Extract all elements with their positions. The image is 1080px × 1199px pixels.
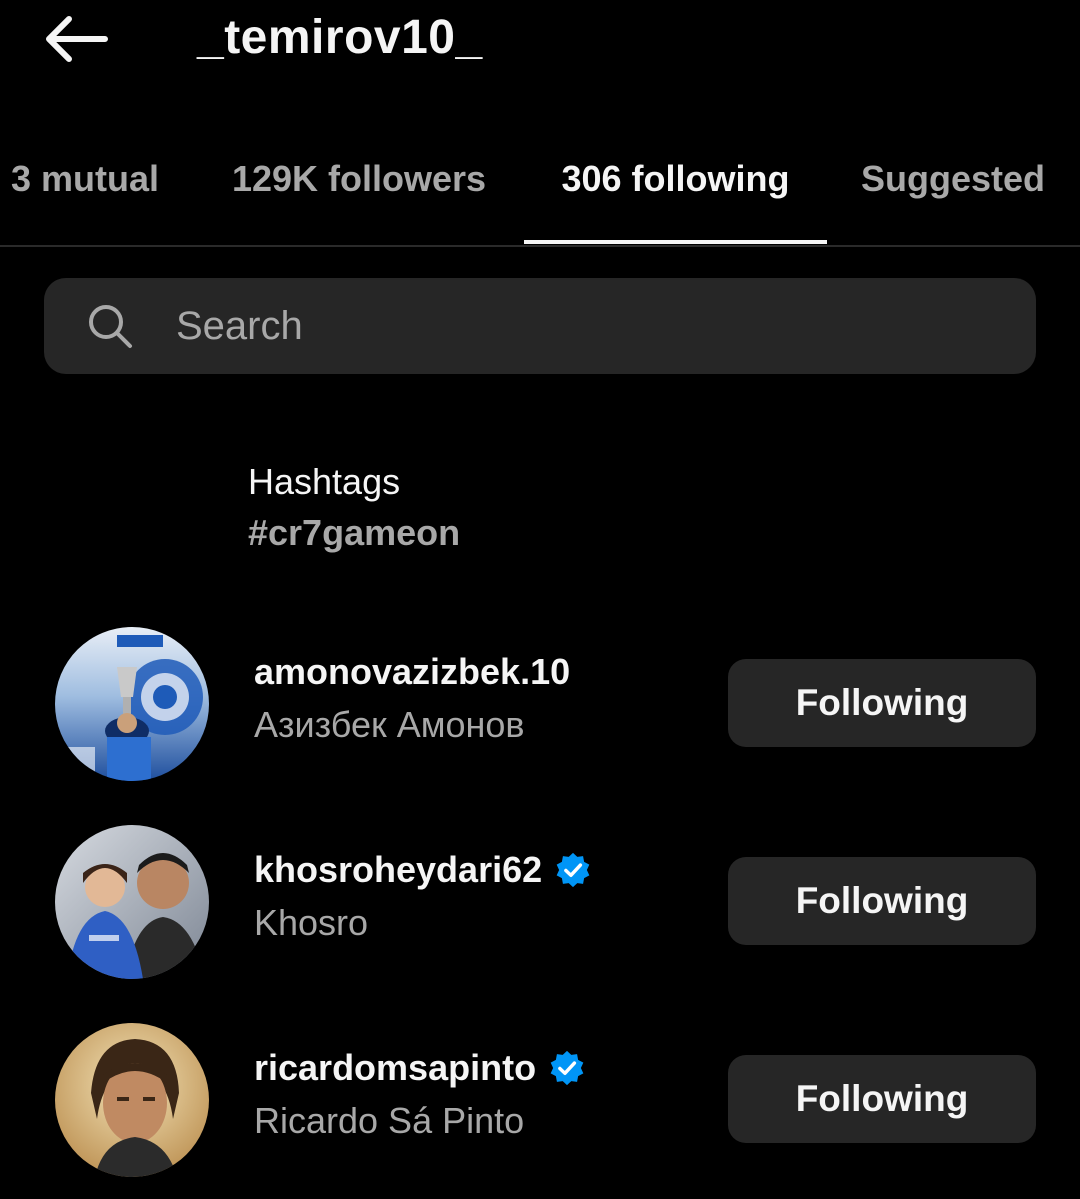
avatar-image	[55, 1023, 209, 1177]
back-button[interactable]	[40, 10, 114, 68]
tab-bar: 3 mutual 129K followers 306 following Su…	[0, 150, 1080, 247]
arrow-left-icon	[46, 16, 108, 62]
user-info[interactable]: ricardomsapinto Ricardo Sá Pinto	[254, 1041, 586, 1147]
tab-suggested[interactable]: Suggested	[846, 150, 1060, 245]
tab-followers[interactable]: 129K followers	[206, 150, 512, 245]
user-fullname: Азизбек Амонов	[254, 704, 525, 745]
avatar[interactable]	[55, 1023, 209, 1177]
user-fullname: Ricardo Sá Pinto	[254, 1100, 525, 1141]
following-button[interactable]: Following	[728, 857, 1036, 945]
following-button[interactable]: Following	[728, 1055, 1036, 1143]
avatar[interactable]	[55, 825, 209, 979]
user-row[interactable]: amonovazizbek.10 Азизбек Амонов Followin…	[0, 627, 1080, 787]
user-handle: amonovazizbek.10	[254, 651, 571, 692]
search-icon	[89, 305, 132, 348]
user-handle: ricardomsapinto	[254, 1047, 537, 1088]
avatar-image	[55, 825, 209, 979]
user-row[interactable]: khosroheydari62 Khosro Following	[0, 825, 1080, 985]
verified-badge-icon	[550, 1050, 584, 1086]
avatar-image	[55, 627, 209, 781]
user-info[interactable]: amonovazizbek.10 Азизбек Амонов	[254, 645, 570, 751]
verified-badge-icon	[556, 852, 590, 888]
search-input[interactable]	[176, 294, 996, 358]
avatar[interactable]	[55, 627, 209, 781]
tab-mutual[interactable]: 3 mutual	[0, 150, 170, 245]
hashtags-item[interactable]: Hashtags #cr7gameon	[248, 458, 460, 560]
tab-following[interactable]: 306 following	[524, 150, 827, 245]
top-app-bar: _temirov10_	[0, 0, 1080, 90]
active-tab-indicator	[524, 240, 827, 244]
user-row[interactable]: ricardomsapinto Ricardo Sá Pinto Followi…	[0, 1023, 1080, 1183]
profile-username-title: _temirov10_	[197, 11, 483, 64]
hashtags-title: Hashtags	[248, 461, 401, 502]
user-info[interactable]: khosroheydari62 Khosro	[254, 843, 592, 949]
following-button[interactable]: Following	[728, 659, 1036, 747]
user-handle: khosroheydari62	[254, 849, 543, 890]
user-fullname: Khosro	[254, 902, 369, 943]
hashtag-label: #cr7gameon	[248, 512, 461, 553]
